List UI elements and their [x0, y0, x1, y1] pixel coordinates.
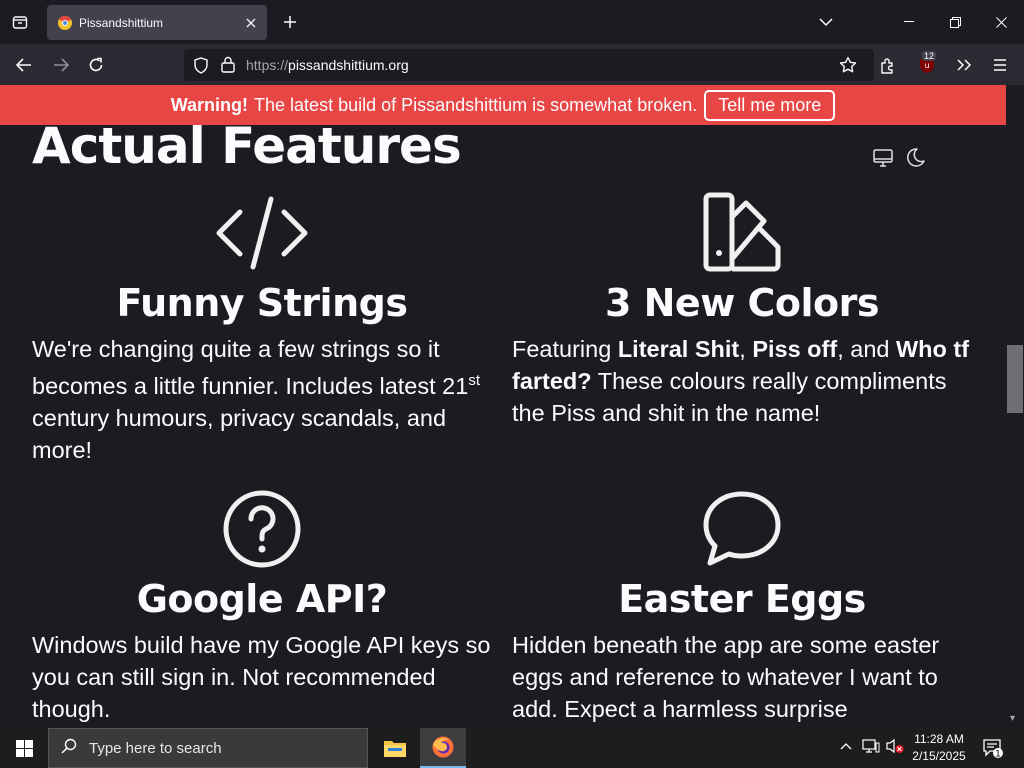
feature-title: Funny Strings	[116, 281, 408, 325]
feature-description: Windows build have my Google API keys so…	[32, 632, 491, 722]
system-theme-monitor-icon[interactable]	[872, 147, 894, 174]
url-scheme: https://	[246, 57, 289, 73]
action-center-icon[interactable]: 1	[982, 737, 1004, 764]
dark-theme-moon-icon[interactable]	[904, 147, 926, 174]
search-icon	[61, 738, 77, 759]
restore-icon[interactable]	[932, 0, 978, 44]
back-arrow-icon[interactable]	[9, 50, 39, 80]
feature-description: We're changing quite a few strings so it…	[32, 333, 492, 466]
feature-text: Featuring	[512, 336, 618, 362]
feature-funny-strings: Funny Strings We're changing quite a few…	[32, 191, 492, 466]
feature-google-api: Google API? Windows build have my Google…	[32, 487, 492, 725]
file-explorer-icon[interactable]	[372, 728, 418, 768]
tell-me-more-button[interactable]: Tell me more	[704, 89, 836, 121]
separator-1: ,	[739, 336, 753, 362]
separator-2: , and	[837, 336, 896, 362]
firefox-taskbar-icon[interactable]	[420, 728, 466, 768]
address-bar[interactable]: https://pissandshittium.org	[184, 49, 874, 81]
feature-title: Google API?	[136, 577, 388, 621]
overflow-chevrons-icon[interactable]	[949, 50, 979, 80]
warning-banner: Warning! The latest build of Pissandshit…	[0, 85, 1006, 125]
question-icon	[32, 487, 492, 571]
clock-time: 11:28 AM	[914, 732, 964, 746]
hamburger-menu-icon[interactable]	[985, 50, 1015, 80]
scroll-down-arrow-icon[interactable]: ▾	[1010, 713, 1015, 724]
notification-count: 1	[995, 750, 1001, 760]
chevron-down-icon[interactable]	[812, 8, 840, 36]
close-window-icon[interactable]	[978, 0, 1024, 44]
reload-icon[interactable]	[81, 50, 111, 80]
forward-arrow-icon[interactable]	[46, 50, 76, 80]
svg-text:u: u	[924, 61, 929, 70]
scrollbar-thumb[interactable]	[1007, 345, 1023, 413]
feature-description: Hidden beneath the app are some easter e…	[512, 632, 940, 722]
minimize-icon[interactable]	[886, 0, 932, 44]
warning-text: The latest build of Pissandshittium is s…	[254, 94, 698, 115]
feature-text: We're changing quite a few strings so it…	[32, 336, 469, 399]
lock-icon[interactable]	[221, 56, 235, 78]
feature-title: Easter Eggs	[618, 577, 866, 621]
windows-taskbar: Type here to search 11:28 AM 2/15/2025 1	[0, 728, 1024, 768]
color-name-1: Literal Shit	[617, 336, 740, 362]
warning-label: Warning!	[170, 94, 249, 115]
page-content: Actual Features Funny Strings We're chan…	[0, 125, 1006, 728]
windows-start-icon[interactable]	[0, 728, 48, 768]
system-clock[interactable]: 11:28 AM 2/15/2025	[908, 731, 970, 765]
volume-muted-icon[interactable]	[885, 738, 905, 759]
tracking-protection-shield-icon[interactable]	[193, 57, 209, 79]
navigation-toolbar: https://pissandshittium.org u	[0, 44, 1024, 85]
page-scrollbar[interactable]: ▾	[1006, 85, 1024, 728]
site-favicon-icon	[57, 15, 73, 31]
tab-title: Pissandshittium	[79, 15, 164, 30]
feature-ordinal-suffix: st	[468, 372, 480, 389]
browser-tab[interactable]: Pissandshittium	[47, 5, 267, 40]
show-hidden-icons-chevron-icon[interactable]	[838, 738, 854, 759]
code-icon	[32, 191, 492, 275]
feature-new-colors: 3 New Colors Featuring Literal Shit, Pis…	[512, 191, 972, 429]
tab-strip: Pissandshittium	[0, 0, 1024, 44]
extensions-puzzle-icon[interactable]	[873, 50, 903, 80]
color-name-2: Piss off	[752, 336, 838, 362]
clock-date: 2/15/2025	[912, 749, 966, 763]
swatch-icon	[512, 191, 972, 275]
search-placeholder: Type here to search	[89, 739, 222, 757]
feature-description: Featuring Literal Shit, Piss off, and Wh…	[512, 333, 972, 429]
url-host: pissandshittium.org	[288, 57, 409, 73]
extension-count-badge: 12	[922, 51, 937, 61]
theme-switcher	[872, 147, 926, 174]
bookmark-star-icon[interactable]	[839, 56, 857, 79]
feature-easter-eggs: Easter Eggs Hidden beneath the app are s…	[512, 487, 972, 725]
url-text[interactable]: https://pissandshittium.org	[246, 57, 409, 73]
feature-text-end: century humours, privacy scandals, and m…	[32, 404, 447, 463]
speech-bubble-icon	[512, 487, 972, 571]
feature-title: 3 New Colors	[604, 281, 880, 325]
page-title: Actual Features	[32, 125, 462, 175]
list-all-tabs-icon[interactable]	[6, 8, 34, 36]
network-icon[interactable]	[862, 738, 880, 759]
taskbar-search-box[interactable]: Type here to search	[48, 728, 368, 768]
new-tab-icon[interactable]	[276, 8, 304, 36]
close-tab-icon[interactable]	[239, 11, 263, 35]
